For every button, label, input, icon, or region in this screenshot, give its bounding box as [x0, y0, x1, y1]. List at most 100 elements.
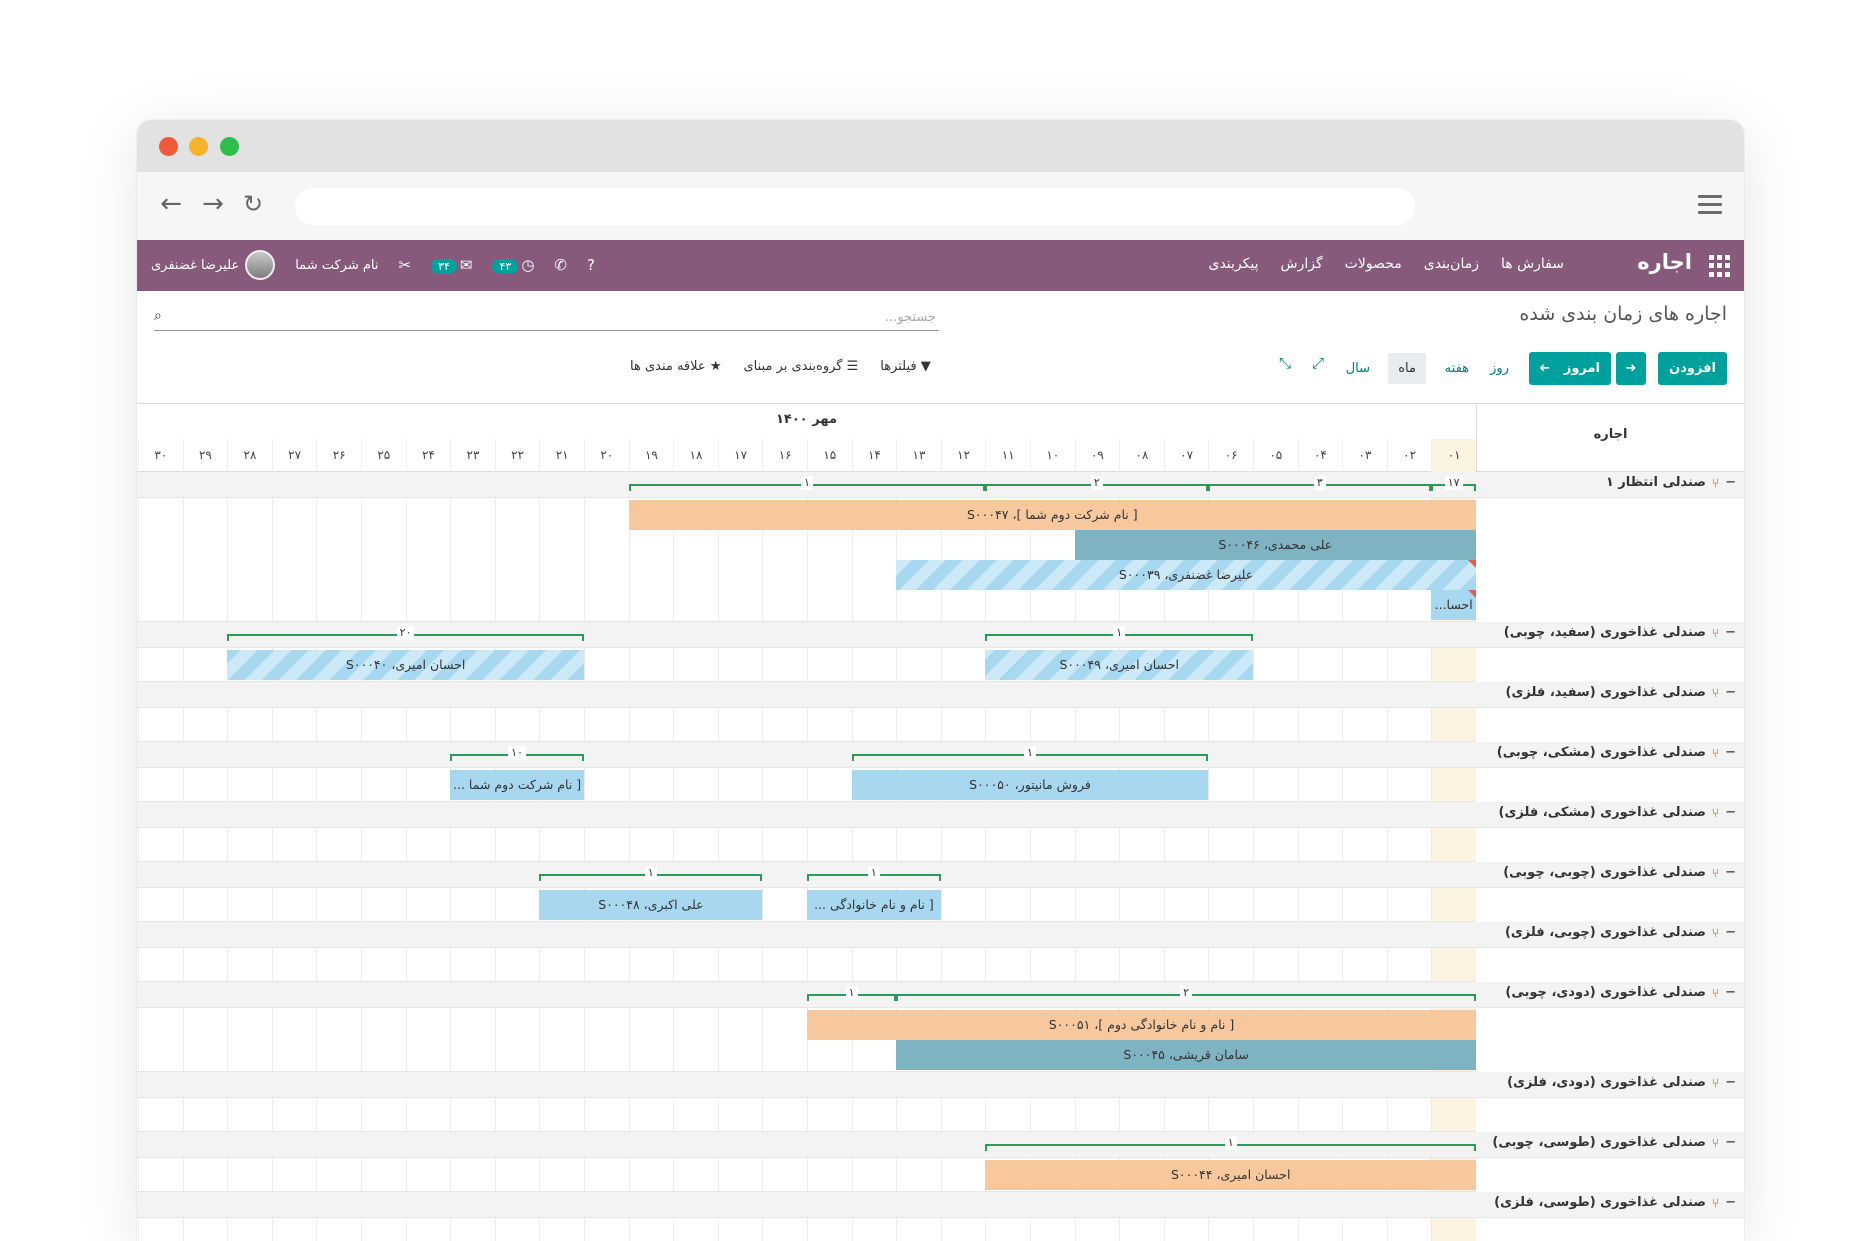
collapse-icon[interactable]: − — [1725, 1135, 1736, 1150]
row-body[interactable]: [ نام شرکت دوم شما ]، S۰۰۰۴۷ علی محمدی، S… — [137, 498, 1476, 622]
gantt-pill[interactable]: احسا... — [1431, 590, 1476, 620]
row-group-header[interactable]: − ⑂ صندلی انتظار ۱ ۱۷ ۳ ۲ ۱ — [137, 472, 1744, 498]
next-period-button[interactable]: ➜ — [1616, 352, 1646, 385]
search-input[interactable] — [176, 305, 936, 330]
gantt-pill[interactable]: فروش مانیتور، S۰۰۰۵۰ — [851, 770, 1209, 800]
close-window-button[interactable] — [159, 137, 178, 156]
row-label[interactable]: − ⑂ صندلی غذاخوری (طوسی، فلزی) — [1494, 1195, 1736, 1210]
row-body[interactable]: [ نام و نام خانوادگی ... علی اکبری، S۰۰۰۴… — [137, 888, 1476, 922]
row-group-header[interactable]: − ⑂ صندلی غذاخوری (طوسی، فلزی) — [137, 1192, 1744, 1218]
gantt-pill[interactable]: سامان قریشی، S۰۰۰۴۵ — [896, 1040, 1476, 1070]
row-group-header[interactable]: − ⑂ صندلی غذاخوری (دودی، فلزی) — [137, 1072, 1744, 1098]
row-label[interactable]: − ⑂ صندلی غذاخوری (دودی، چوبی) — [1505, 985, 1736, 1000]
collapse-rows-icon[interactable]: ⤡ — [1279, 354, 1291, 372]
row-group-header[interactable]: − ⑂ صندلی غذاخوری (طوسی، چوبی) ۱ — [137, 1132, 1744, 1158]
menu-reporting[interactable]: گزارش — [1281, 256, 1323, 272]
app-brand[interactable]: اجاره — [1637, 250, 1692, 274]
reload-icon[interactable]: ↻ — [237, 188, 269, 220]
minimize-window-button[interactable] — [189, 137, 208, 156]
scale-year[interactable]: سال — [1336, 353, 1380, 384]
collapse-icon[interactable]: − — [1725, 745, 1736, 760]
add-button[interactable]: افزودن — [1658, 352, 1727, 385]
back-arrow-icon[interactable]: ← — [155, 188, 187, 220]
row-body[interactable] — [137, 708, 1476, 742]
row-group-header[interactable]: − ⑂ صندلی غذاخوری (سفید، چوبی) ۱ ۲۰ — [137, 622, 1744, 648]
row-body[interactable] — [137, 1098, 1476, 1132]
previous-period-button[interactable]: ➜ — [1529, 352, 1559, 385]
gantt-pill[interactable]: احسان امیری، S۰۰۰۴۹ — [985, 650, 1253, 680]
forward-arrow-icon[interactable]: → — [197, 188, 229, 220]
collapse-icon[interactable]: − — [1725, 1075, 1736, 1090]
row-label[interactable]: − ⑂ صندلی غذاخوری (چوبی، چوبی) — [1503, 865, 1736, 880]
help-icon[interactable]: ? — [587, 256, 595, 274]
scale-month[interactable]: ماه — [1388, 353, 1426, 384]
gantt-pill[interactable]: [ نام و نام خانوادگی ... — [807, 890, 941, 920]
row-body[interactable]: احسان امیری، S۰۰۰۴۹ احسان امیری، S۰۰۰۴۰ — [137, 648, 1476, 682]
menu-schedule[interactable]: زمان‌بندی — [1424, 256, 1479, 272]
row-body[interactable]: فروش مانیتور، S۰۰۰۵۰ [ نام شرکت دوم شما .… — [137, 768, 1476, 802]
gantt-pill[interactable]: احسان امیری، S۰۰۰۴۴ — [985, 1160, 1476, 1190]
row-body[interactable]: [ نام و نام خانوادگی دوم ]، S۰۰۰۵۱ سامان … — [137, 1008, 1476, 1072]
favorites-button[interactable]: ★ علاقه مندی ها — [630, 359, 721, 374]
row-label[interactable]: − ⑂ صندلی غذاخوری (طوسی، چوبی) — [1492, 1135, 1736, 1150]
collapse-icon[interactable]: − — [1725, 865, 1736, 880]
grid-line — [1342, 648, 1344, 681]
expand-rows-icon[interactable]: ⤢ — [1312, 354, 1324, 372]
row-label[interactable]: − ⑂ صندلی غذاخوری (چوبی، فلزی) — [1505, 925, 1736, 940]
row-body[interactable] — [137, 1218, 1476, 1241]
menu-orders[interactable]: سفارش ها — [1501, 256, 1564, 272]
row-label[interactable]: − ⑂ صندلی غذاخوری (دودی، فلزی) — [1507, 1075, 1736, 1090]
collapse-icon[interactable]: − — [1725, 685, 1736, 700]
gantt-pill[interactable]: [ نام و نام خانوادگی دوم ]، S۰۰۰۵۱ — [807, 1010, 1476, 1040]
phone-icon[interactable]: ✆ — [554, 256, 567, 274]
row-group-header[interactable]: − ⑂ صندلی غذاخوری (چوبی، چوبی) ۱ ۱ — [137, 862, 1744, 888]
collapse-icon[interactable]: − — [1725, 475, 1736, 490]
menu-products[interactable]: محصولات — [1345, 256, 1402, 272]
row-group-header[interactable]: − ⑂ صندلی غذاخوری (دودی، چوبی) ۲ ۱ — [137, 982, 1744, 1008]
collapse-icon[interactable]: − — [1725, 985, 1736, 1000]
row-group-header[interactable]: − ⑂ صندلی غذاخوری (سفید، فلزی) — [137, 682, 1744, 708]
scale-day[interactable]: روز — [1480, 353, 1519, 384]
gantt-pill[interactable]: [ نام شرکت دوم شما ]، S۰۰۰۴۷ — [628, 500, 1476, 530]
row-body[interactable] — [137, 828, 1476, 862]
hamburger-menu-icon[interactable] — [1698, 195, 1722, 215]
today-button[interactable]: امروز — [1552, 352, 1611, 385]
user-menu[interactable]: علیرضا غضنفری — [151, 250, 276, 280]
row-group-header[interactable]: − ⑂ صندلی غذاخوری (چوبی، فلزی) — [137, 922, 1744, 948]
gantt-pill[interactable]: احسان امیری، S۰۰۰۴۰ — [227, 650, 584, 680]
grid-line — [1074, 1098, 1076, 1131]
address-bar[interactable] — [295, 188, 1415, 225]
gantt-pill[interactable]: علیرضا غضنفری، S۰۰۰۳۹ — [896, 560, 1476, 590]
row-label[interactable]: − ⑂ صندلی غذاخوری (سفید، چوبی) — [1504, 625, 1736, 640]
gantt-pill[interactable]: [ نام شرکت دوم شما ... — [450, 770, 584, 800]
clock-icon: ◷ — [521, 256, 535, 274]
app-grid-icon[interactable] — [1708, 255, 1730, 277]
row-body[interactable]: احسان امیری، S۰۰۰۴۴ — [137, 1158, 1476, 1192]
activities-menu[interactable]: ◷۴۳ — [492, 256, 534, 274]
row-group-header[interactable]: − ⑂ صندلی غذاخوری (مشکی، چوبی) ۱ ۱۰ — [137, 742, 1744, 768]
scale-week[interactable]: هفته — [1435, 353, 1479, 384]
gantt-pill[interactable]: علی اکبری، S۰۰۰۴۸ — [539, 890, 763, 920]
groupby-button[interactable]: ☰ گروه‌بندی بر مبنای — [743, 359, 858, 374]
collapse-icon[interactable]: − — [1725, 1195, 1736, 1210]
row-body[interactable] — [137, 948, 1476, 982]
messages-menu[interactable]: ✉۳۴ — [431, 256, 472, 274]
row-label[interactable]: − ⑂ صندلی غذاخوری (سفید، فلزی) — [1506, 685, 1736, 700]
grid-line — [1030, 708, 1031, 741]
filters-button[interactable]: ▼ فیلترها — [880, 359, 931, 374]
gantt-pill[interactable]: علی محمدی، S۰۰۰۴۶ — [1074, 530, 1476, 560]
search-icon[interactable]: ⌕ — [154, 308, 162, 324]
row-label[interactable]: − ⑂ صندلی غذاخوری (مشکی، چوبی) — [1497, 745, 1736, 760]
grid-line — [1074, 948, 1076, 981]
maximize-window-button[interactable] — [220, 137, 239, 156]
chat-icon: ✉ — [459, 256, 473, 274]
row-label[interactable]: − ⑂ صندلی انتظار ۱ — [1606, 475, 1736, 490]
row-group-header[interactable]: − ⑂ صندلی غذاخوری (مشکی، فلزی) — [137, 802, 1744, 828]
company-switcher[interactable]: نام شرکت شما — [295, 258, 378, 273]
debug-tools-icon[interactable]: ✂ — [399, 256, 412, 274]
collapse-icon[interactable]: − — [1725, 805, 1736, 820]
collapse-icon[interactable]: − — [1725, 625, 1736, 640]
menu-configuration[interactable]: پیکربندی — [1209, 256, 1259, 272]
collapse-icon[interactable]: − — [1725, 925, 1736, 940]
row-label[interactable]: − ⑂ صندلی غذاخوری (مشکی، فلزی) — [1499, 805, 1737, 820]
